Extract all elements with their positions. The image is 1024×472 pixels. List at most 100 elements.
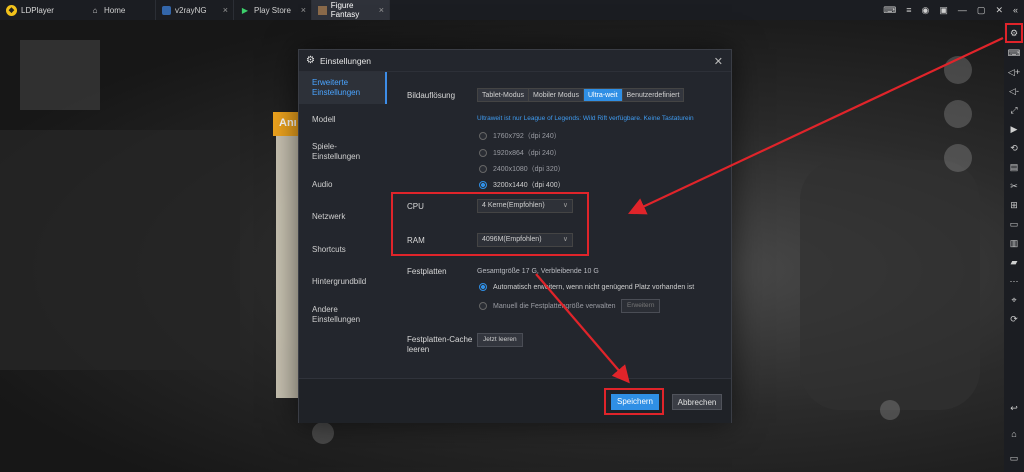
close-icon[interactable]: × xyxy=(223,5,228,15)
dialog-close-icon[interactable]: ✕ xyxy=(714,55,723,68)
game-bg-shape xyxy=(0,130,240,370)
radio-icon xyxy=(479,302,487,310)
settings-nav: Erweiterte Einstellungen Modell Spiele-E… xyxy=(299,72,387,378)
chevron-down-icon: ∨ xyxy=(562,202,568,209)
cache-label: Festplatten-Cache leeren xyxy=(407,335,473,354)
gamepad-icon[interactable]: ⌨ xyxy=(883,5,896,16)
option-label: 1760x792（dpi 240） xyxy=(493,133,561,140)
disk-auto-expand-option[interactable]: Automatisch erweitern, wenn nicht genüge… xyxy=(479,283,694,291)
tab-label: Home xyxy=(104,5,126,15)
clear-cache-button[interactable]: Jetzt leeren xyxy=(477,333,523,347)
import-icon[interactable]: ⊞ xyxy=(1006,196,1022,215)
radio-icon xyxy=(479,149,487,157)
app-name: LDPlayer xyxy=(21,5,54,15)
app-icon xyxy=(162,5,171,15)
mode-tablet[interactable]: Tablet-Modus xyxy=(478,89,530,101)
dialog-header: ⚙ Einstellungen xyxy=(299,50,731,72)
cpu-label: CPU xyxy=(407,202,424,211)
nav-wallpaper[interactable]: Hintergrundbild xyxy=(299,277,387,287)
menu-icon[interactable]: ≡ xyxy=(906,5,911,15)
mode-custom[interactable]: Benutzerdefiniert xyxy=(622,89,684,101)
play-store-icon: ▶ xyxy=(241,5,249,15)
nav-shortcuts[interactable]: Shortcuts xyxy=(299,245,387,255)
game-panel xyxy=(276,136,300,398)
dialog-footer: Speichern Abbrechen xyxy=(299,378,731,423)
multi-instance-icon[interactable]: ▥ xyxy=(1006,234,1022,253)
dialog-title: Einstellungen xyxy=(319,55,372,66)
expand-button[interactable]: Erweitern xyxy=(621,299,661,313)
disk-summary: Gesamtgröße 17 G, Verbleibende 10 G xyxy=(477,268,599,275)
save-button[interactable]: Speichern xyxy=(611,394,659,410)
resolution-label: Bildauflösung xyxy=(407,91,456,100)
cpu-select[interactable]: 4 Kerne(Empfohlen) ∨ xyxy=(477,199,573,213)
nav-audio[interactable]: Audio xyxy=(299,180,387,190)
game-bg-shape xyxy=(800,160,980,410)
emulator-toolbar: ⚙ ⌨ ◁+ ◁- ⤢ ▶ ⟲ ▤ ✂ ⊞ ▭ ▥ ▰ ⋯ ⌖ ⟳ ↩ ⌂ ▭ xyxy=(1004,20,1024,472)
ram-select[interactable]: 4096M(Empfohlen) ∨ xyxy=(477,233,573,247)
mode-ultra-wide[interactable]: Ultra-weit xyxy=(583,89,623,101)
info-icon[interactable]: ▣ xyxy=(939,5,948,16)
screenshot-icon[interactable]: ✂ xyxy=(1006,177,1022,196)
nav-game-settings[interactable]: Spiele-Einstellungen xyxy=(299,142,379,162)
game-button[interactable] xyxy=(944,144,972,172)
volume-up-icon[interactable]: ◁+ xyxy=(1006,63,1022,82)
sync-icon[interactable]: ⟲ xyxy=(1006,139,1022,158)
ultrawide-info: Ultraweit ist nur League of Legends: Wil… xyxy=(477,115,694,122)
folder-icon[interactable]: ▰ xyxy=(1006,253,1022,272)
back-icon[interactable]: ↩ xyxy=(1006,399,1022,418)
game-icon xyxy=(318,5,327,15)
close-icon[interactable]: × xyxy=(379,5,384,15)
tab-label: Play Store xyxy=(254,5,291,15)
maximize-icon[interactable]: ▢ xyxy=(977,5,986,16)
home-icon: ⌂ xyxy=(92,5,98,15)
tab-v2rayng[interactable]: v2rayNG × xyxy=(156,0,234,20)
settings-gear-icon[interactable]: ⚙ xyxy=(1005,23,1023,43)
nav-other-settings[interactable]: Andere Einstellungen xyxy=(299,305,377,325)
apk-icon[interactable]: ▤ xyxy=(1006,158,1022,177)
nav-network[interactable]: Netzwerk xyxy=(299,212,387,222)
resize-icon[interactable]: ⤢ xyxy=(1006,101,1022,120)
minimize-icon[interactable]: — xyxy=(958,5,967,15)
ldplayer-logo-icon: ◆ xyxy=(6,4,17,16)
close-icon[interactable]: × xyxy=(301,5,306,15)
resolution-mode-tabs: Tablet-Modus Mobiler Modus Ultra-weit Be… xyxy=(477,88,685,102)
ram-label: RAM xyxy=(407,236,425,245)
tab-label: v2rayNG xyxy=(175,5,207,15)
nav-advanced-settings[interactable]: Erweiterte Einstellungen xyxy=(299,72,387,104)
more-icon[interactable]: ⋯ xyxy=(1006,272,1022,291)
collapse-icon[interactable]: « xyxy=(1013,5,1018,15)
record-icon[interactable]: ▶ xyxy=(1006,120,1022,139)
resolution-option-1760[interactable]: 1760x792（dpi 240） xyxy=(479,131,561,141)
cpu-value: 4 Kerne(Empfohlen) xyxy=(482,202,545,209)
radio-icon xyxy=(479,165,487,173)
tab-play-store[interactable]: ▶ Play Store × xyxy=(234,0,312,20)
volume-down-icon[interactable]: ◁- xyxy=(1006,82,1022,101)
title-bar: ◆ LDPlayer ⌂ Home v2rayNG × ▶ Play Store… xyxy=(0,0,1024,20)
disk-manual-option[interactable]: Manuell die Festplattengröße verwalten xyxy=(479,302,616,310)
close-window-icon[interactable]: ✕ xyxy=(995,5,1003,16)
resolution-option-2400[interactable]: 2400x1080（dpi 320） xyxy=(479,164,565,174)
game-button[interactable] xyxy=(880,400,900,420)
home-nav-icon[interactable]: ⌂ xyxy=(1006,424,1022,443)
rotate-icon[interactable]: ⟳ xyxy=(1006,310,1022,329)
option-label: 2400x1080（dpi 320） xyxy=(493,166,565,173)
user-icon[interactable]: ◉ xyxy=(922,5,930,16)
game-button[interactable] xyxy=(944,56,972,84)
cancel-button[interactable]: Abbrechen xyxy=(672,394,722,410)
tab-figure-fantasy[interactable]: Figure Fantasy × xyxy=(312,0,390,20)
settings-dialog: ⚙ Einstellungen ✕ Erweiterte Einstellung… xyxy=(298,49,732,423)
mode-mobile[interactable]: Mobiler Modus xyxy=(529,89,584,101)
game-button[interactable] xyxy=(312,422,334,444)
resolution-option-1920[interactable]: 1920x864（dpi 240） xyxy=(479,148,561,158)
nav-model[interactable]: Modell xyxy=(299,115,387,125)
location-icon[interactable]: ⌖ xyxy=(1006,291,1022,310)
keyboard-icon[interactable]: ⌨ xyxy=(1006,44,1022,63)
game-button[interactable] xyxy=(944,100,972,128)
option-label: 1920x864（dpi 240） xyxy=(493,150,561,157)
resolution-option-3200[interactable]: 3200x1440（dpi 400） xyxy=(479,180,565,190)
clipboard-icon[interactable]: ▭ xyxy=(1006,215,1022,234)
ram-value: 4096M(Empfohlen) xyxy=(482,236,542,243)
option-label: 3200x1440（dpi 400） xyxy=(493,182,565,189)
recent-apps-icon[interactable]: ▭ xyxy=(1006,449,1022,468)
tab-home[interactable]: ⌂ Home xyxy=(84,0,156,20)
